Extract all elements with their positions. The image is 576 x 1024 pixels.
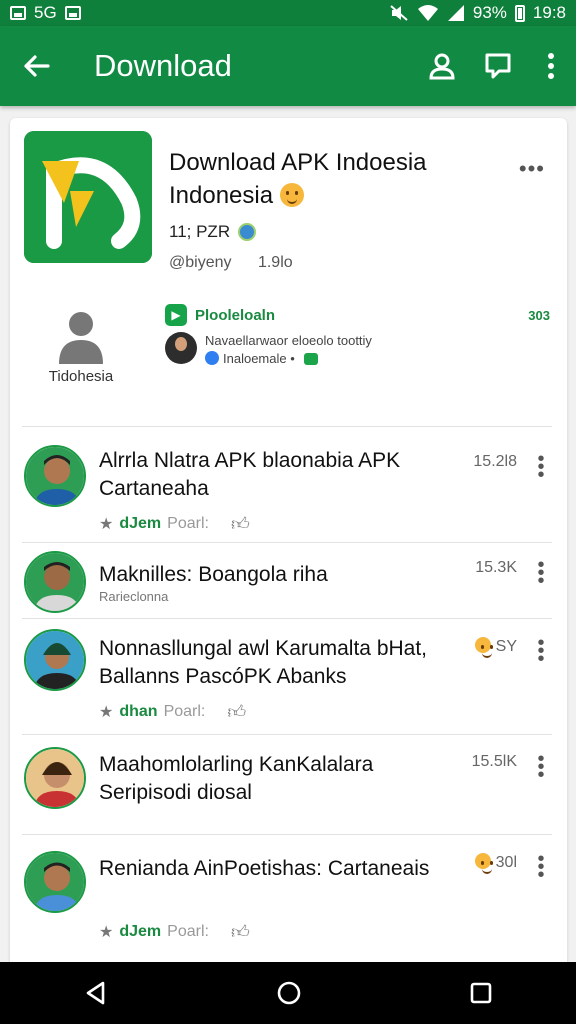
publisher-handle[interactable]: @biyeny [169,254,232,271]
item-count-value: 30l [495,854,517,871]
meta-green: dJem [119,515,162,532]
app-logo [24,131,152,263]
promo-percent: 303 [528,307,550,323]
thumb-up-icon[interactable]: 👍︎ [231,921,250,943]
item-title: Nonnasllungal awl Karumalta bHat, Ballan… [99,637,428,688]
list-item[interactable]: Maahomlolarling KanKalalara Seripisodi d… [22,734,552,834]
handle-row: @biyeny 1.9lo [169,254,293,272]
mute-icon [390,5,408,21]
item-title: Renianda AinPoetishas: Cartaneais [99,857,430,880]
notification-icon [10,6,26,20]
globe-icon [238,223,257,241]
avatar-label: Tidohesia [48,368,114,385]
star-icon: ★ [99,516,114,533]
clock: 19:8 [532,3,566,22]
item-count-value: SY [495,638,517,655]
smile-emoji-icon [279,183,304,207]
meta-text: Poarl: [167,515,209,532]
overflow-menu-button[interactable] [526,26,576,106]
account-button[interactable] [414,26,470,106]
system-nav-bar [0,962,576,1024]
nav-recents-icon[interactable] [469,981,493,1005]
user-avatar [24,747,86,809]
user-avatar [24,851,86,913]
star-icon: ★ [99,704,114,721]
messenger-icon [205,351,219,365]
item-meta: ★ dhan Poarl: 👍︎ [99,701,246,723]
item-meta: ★ dJem Poarl: 👍︎ [99,513,250,535]
item-count: SY [475,637,517,658]
emoji-icon [475,637,493,658]
person-placeholder-icon [59,312,103,364]
rating-value: 11; PZR [169,222,231,241]
item-menu-button[interactable]: • • • [536,749,546,785]
list-item[interactable]: Nonnasllungal awl Karumalta bHat, Ballan… [22,618,552,734]
battery-percent: 93% [472,3,507,22]
version-label: 1.9lo [257,254,293,271]
network-label: 5G [34,3,57,22]
item-title: Alrrla Nlatra APK blaonabia APK Cartanea… [99,449,401,500]
wifi-icon [417,5,438,21]
app-bar: Download [0,26,576,106]
item-count: 30l [475,853,517,874]
promo-block[interactable]: ▶ Plooleloaln 303 Navaellarwaor eloeolo … [165,304,550,368]
meta-text: Poarl: [167,923,209,940]
battery-icon [514,4,525,22]
promo-line2: Inaloemale [223,351,287,366]
app-title-line1: Download APK Indoesia [169,149,427,176]
page-title: Download [94,48,232,83]
user-avatar [24,445,86,507]
more-vert-icon [548,53,554,79]
item-title: Maknilles: Boangola riha [99,563,328,586]
user-avatar [24,629,86,691]
meta-green: dhan [119,703,158,720]
item-count: 15.2l8 [473,453,517,470]
default-avatar[interactable]: Tidohesia [40,308,122,385]
back-button[interactable] [0,26,72,106]
item-menu-button[interactable]: • • • [536,849,546,885]
whatsapp-icon [304,353,319,365]
meta-green: dJem [119,923,162,940]
item-menu-button[interactable]: • • • [536,449,546,485]
person-icon [429,53,455,80]
rating-row: 11; PZR [169,222,257,242]
comment-icon [485,53,511,79]
list-item[interactable]: Maknilles: Boangola riha 15.3K • • • Rarie… [22,542,552,618]
app-title: Download APK Indoesia Indonesia [169,146,489,212]
item-meta: ★ dJem Poarl: 👍︎ [99,921,250,943]
list-item[interactable]: Alrrla Nlatra APK blaonabia APK Cartanea… [22,426,552,542]
play-badge-icon: ▶ [165,304,187,326]
promo-avatar [165,332,197,364]
list-item[interactable]: Renianda AinPoetishas: Cartaneais 30l • •… [22,834,552,952]
app-title-line2: Indonesia [169,182,274,209]
item-count: 15.3K [475,559,517,576]
user-avatar [24,551,86,613]
star-icon: ★ [99,924,114,941]
thumb-up-icon[interactable]: 👍︎ [227,701,246,723]
item-subtitle: Rarieclonna [99,589,169,604]
nav-back-icon[interactable] [83,980,109,1006]
content-card: Download APK Indoesia Indonesia ••• 11; … [10,118,567,968]
emoji-icon [475,853,493,874]
item-title: Maahomlolarling KanKalalara Seripisodi d… [99,753,374,804]
status-bar: 5G 93% 19:8 [0,0,576,26]
arrow-back-icon [24,55,50,77]
signal-icon [447,5,464,21]
promo-title: Plooleloaln [195,306,276,324]
item-menu-button[interactable]: • • • [536,555,546,591]
item-menu-button[interactable]: • • • [536,633,546,669]
meta-text: Poarl: [163,703,206,720]
comment-button[interactable] [470,26,526,106]
gallery-icon [64,6,81,20]
promo-line1: Navaellarwaor eloeolo toottiy [205,333,372,348]
item-count: 15.5lK [471,753,517,770]
thumb-up-icon[interactable]: 👍︎ [231,513,250,535]
card-more-button[interactable]: ••• [519,156,545,182]
nav-home-icon[interactable] [276,980,302,1006]
